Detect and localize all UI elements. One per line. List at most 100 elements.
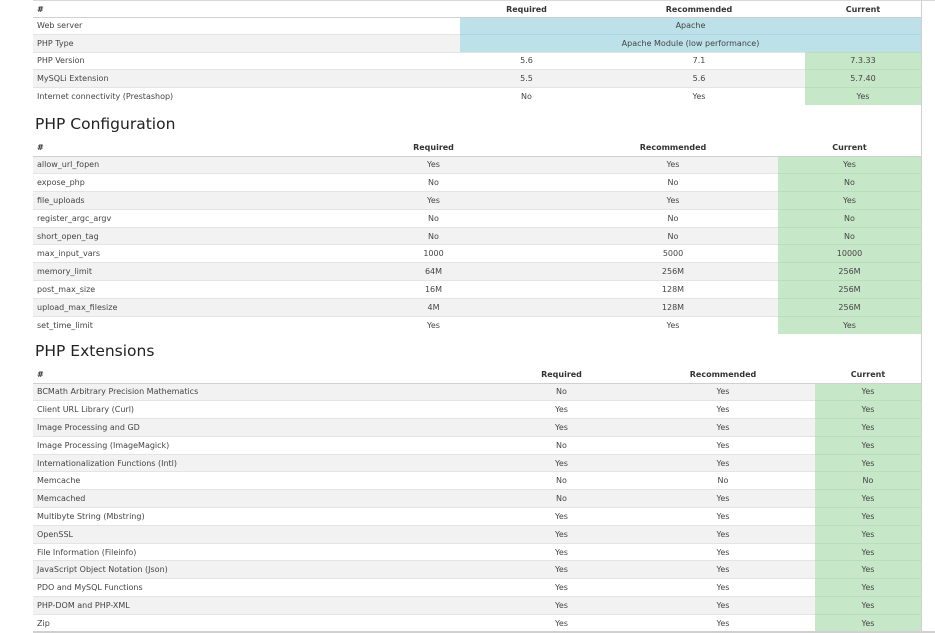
row-name: JavaScript Object Notation (Json): [33, 560, 492, 579]
recommended-value: Yes: [631, 400, 815, 419]
current-value: Yes: [815, 435, 921, 455]
row-name: post_max_size: [33, 280, 299, 299]
row-name: short_open_tag: [33, 226, 299, 245]
recommended-value: 5000: [568, 244, 778, 263]
row-name: PDO and MySQL Functions: [33, 578, 492, 597]
current-value: Yes: [805, 86, 921, 105]
col-header-recommended: Recommended: [593, 3, 805, 18]
row-name: Multibyte String (Mbstring): [33, 507, 492, 526]
row-name: OpenSSL: [33, 524, 492, 544]
col-header-name: #: [33, 366, 492, 384]
recommended-value: 128M: [568, 297, 778, 317]
required-value: 5.5: [460, 69, 593, 88]
recommended-value: Yes: [631, 578, 815, 597]
table-row: upload_max_filesize 4M 128M 256M: [33, 297, 921, 317]
table-row: max_input_vars 1000 5000 10000: [33, 244, 921, 263]
recommended-value: Yes: [631, 596, 815, 615]
required-value: No: [492, 489, 631, 508]
current-value: 7.3.33: [805, 51, 921, 70]
recommended-value: No: [568, 226, 778, 245]
row-name: Web server: [33, 16, 460, 35]
required-value: Yes: [299, 155, 568, 174]
current-value: Yes: [815, 453, 921, 472]
table-row: MySQLi Extension 5.5 5.6 5.7.40: [33, 69, 921, 88]
current-value: 256M: [778, 297, 921, 317]
required-value: 1000: [299, 244, 568, 263]
table-row: set_time_limit Yes Yes Yes: [33, 315, 921, 334]
php-configuration-heading: PHP Configuration: [35, 115, 176, 133]
table-row: allow_url_fopen Yes Yes Yes: [33, 155, 921, 174]
current-value: Yes: [815, 489, 921, 508]
table-row: Memcached No Yes Yes: [33, 489, 921, 508]
row-name: Client URL Library (Curl): [33, 400, 492, 419]
table-row: BCMath Arbitrary Precision Mathematics No…: [33, 382, 921, 401]
row-name: PHP-DOM and PHP-XML: [33, 596, 492, 615]
recommended-value: No: [568, 173, 778, 192]
recommended-value: Yes: [568, 155, 778, 174]
required-value: No: [492, 471, 631, 490]
required-value: Yes: [492, 400, 631, 419]
required-value: Yes: [492, 560, 631, 579]
required-value: 64M: [299, 262, 568, 281]
row-name: Internationalization Functions (Intl): [33, 453, 492, 472]
php-extensions-table: # Required Recommended Current BCMath Ar…: [33, 366, 921, 633]
row-name: max_input_vars: [33, 244, 299, 263]
row-name: Image Processing (ImageMagick): [33, 435, 492, 455]
table-row: PDO and MySQL Functions Yes Yes Yes: [33, 578, 921, 597]
current-value: Yes: [815, 542, 921, 561]
table-row: JavaScript Object Notation (Json) Yes Yes Y…: [33, 560, 921, 579]
required-value: Yes: [299, 191, 568, 210]
recommended-value: 256M: [568, 262, 778, 281]
table-row: register_argc_argv No No No: [33, 208, 921, 228]
required-value: Yes: [492, 542, 631, 561]
row-name: register_argc_argv: [33, 208, 299, 228]
table-header-row: # Required Recommended Current: [33, 3, 921, 18]
required-value: No: [299, 173, 568, 192]
web-server-value: Apache: [460, 16, 921, 35]
row-name: expose_php: [33, 173, 299, 192]
col-header-recommended: Recommended: [631, 366, 815, 384]
table-row: PHP-DOM and PHP-XML Yes Yes Yes: [33, 596, 921, 615]
current-value: Yes: [815, 578, 921, 597]
table-row: Internationalization Functions (Intl) Yes…: [33, 453, 921, 472]
required-value: No: [492, 435, 631, 455]
col-header-current: Current: [815, 366, 921, 384]
table-row: post_max_size 16M 128M 256M: [33, 280, 921, 299]
required-value: Yes: [492, 524, 631, 544]
col-header-recommended: Recommended: [568, 139, 778, 157]
table-row: Memcache No No No: [33, 471, 921, 490]
table-row: Client URL Library (Curl) Yes Yes Yes: [33, 400, 921, 419]
row-name: Memcached: [33, 489, 492, 508]
col-header-current: Current: [778, 139, 921, 157]
table-row: Web server Apache: [33, 16, 921, 35]
col-header-current: Current: [805, 3, 921, 18]
row-name: allow_url_fopen: [33, 155, 299, 174]
recommended-value: Yes: [593, 86, 805, 105]
required-value: Yes: [299, 315, 568, 334]
required-value: 16M: [299, 280, 568, 299]
current-value: Yes: [815, 596, 921, 615]
table-header-row: # Required Recommended Current: [33, 366, 921, 384]
row-name: BCMath Arbitrary Precision Mathematics: [33, 382, 492, 401]
current-value: Yes: [815, 613, 921, 633]
table-header-row: # Required Recommended Current: [33, 139, 921, 157]
col-header-required: Required: [299, 139, 568, 157]
recommended-value: Yes: [631, 435, 815, 455]
recommended-value: Yes: [631, 560, 815, 579]
table-row: Multibyte String (Mbstring) Yes Yes Yes: [33, 507, 921, 526]
col-header-name: #: [33, 3, 460, 18]
row-name: Memcache: [33, 471, 492, 490]
current-value: No: [778, 208, 921, 228]
current-value: No: [815, 471, 921, 490]
col-header-name: #: [33, 139, 299, 157]
row-name: memory_limit: [33, 262, 299, 281]
row-name: upload_max_filesize: [33, 297, 299, 317]
table-row: Internet connectivity (Prestashop) No Ye…: [33, 86, 921, 105]
table-row: PHP Version 5.6 7.1 7.3.33: [33, 51, 921, 70]
recommended-value: 7.1: [593, 51, 805, 70]
server-requirements-table: # Required Recommended Current Web serve…: [33, 3, 921, 105]
table-row: Image Processing and GD Yes Yes Yes: [33, 418, 921, 437]
table-row: Zip Yes Yes Yes: [33, 613, 921, 633]
table-row: short_open_tag No No No: [33, 226, 921, 245]
required-value: Yes: [492, 453, 631, 472]
